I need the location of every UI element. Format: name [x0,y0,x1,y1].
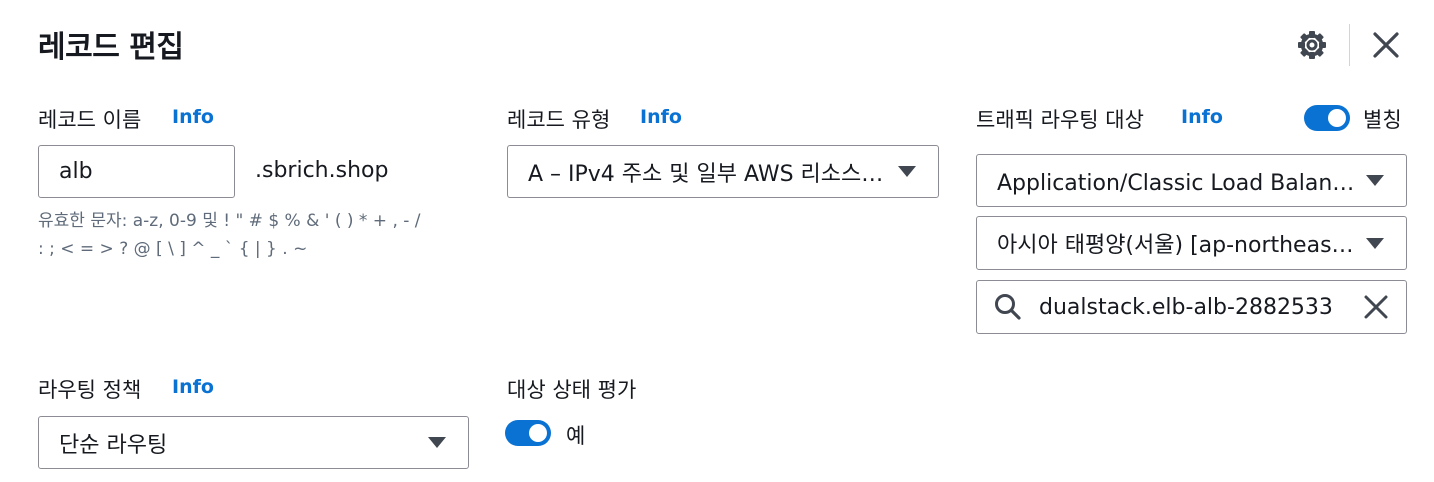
gear-icon [1298,31,1326,59]
hint-line-1: 유효한 문자: a-z, 0-9 및 ! " # $ % & ' ( ) * +… [38,211,421,231]
record-name-hint: 유효한 문자: a-z, 0-9 및 ! " # $ % & ' ( ) * +… [38,207,421,263]
record-type-select[interactable]: A – IPv4 주소 및 일부 AWS 리소스로 트래픽 라우팅 [507,145,939,198]
endpoint-search-input[interactable]: dualstack.elb-alb-2882533 [976,280,1407,334]
close-icon [1373,32,1399,58]
modal-title: 레코드 편집 [38,30,184,65]
routing-policy-label: 라우팅 정책 [38,378,142,402]
search-icon [995,294,1021,320]
routing-policy-info-link[interactable]: Info [172,376,214,398]
alias-toggle[interactable] [1304,105,1350,131]
record-name-label: 레코드 이름 [38,108,142,132]
health-eval-toggle-label: 예 [566,424,586,448]
traffic-target-label: 트래픽 라우팅 대상 [976,108,1144,132]
traffic-target-info-link[interactable]: Info [1181,106,1223,128]
domain-suffix: .sbrich.shop [255,158,389,183]
routing-policy-value: 단순 라우팅 [59,432,168,458]
endpoint-type-value: Application/Classic Load Balancer에 대한 별칭 [997,170,1366,196]
hint-line-2: : ; < = > ? @ [ \ ] ^ _ ` { | } . ~ [38,239,308,259]
record-name-input[interactable]: alb [38,145,235,198]
endpoint-type-select[interactable]: Application/Classic Load Balancer에 대한 별칭 [976,154,1407,207]
record-type-value: A – IPv4 주소 및 일부 AWS 리소스로 트래픽 라우팅 [528,161,898,187]
chevron-down-icon [898,166,916,177]
chevron-down-icon [1366,237,1384,249]
health-eval-toggle[interactable] [505,420,551,446]
header-divider [1349,24,1350,66]
record-type-info-link[interactable]: Info [640,106,682,128]
health-eval-label: 대상 상태 평가 [507,378,637,402]
region-value: 아시아 태평양(서울) [ap-northeast-2] [997,233,1366,258]
region-select[interactable]: 아시아 태평양(서울) [ap-northeast-2] [976,216,1407,270]
settings-button[interactable] [1294,27,1330,63]
close-button[interactable] [1368,27,1404,63]
alias-label: 별칭 [1363,108,1402,132]
chevron-down-icon [1366,175,1384,186]
record-type-label: 레코드 유형 [507,108,611,132]
endpoint-search-value: dualstack.elb-alb-2882533 [1039,294,1333,320]
record-name-value: alb [59,159,93,184]
routing-policy-select[interactable]: 단순 라우팅 [38,416,469,469]
clear-icon[interactable] [1362,293,1390,321]
chevron-down-icon [428,437,446,448]
record-name-info-link[interactable]: Info [172,106,214,128]
